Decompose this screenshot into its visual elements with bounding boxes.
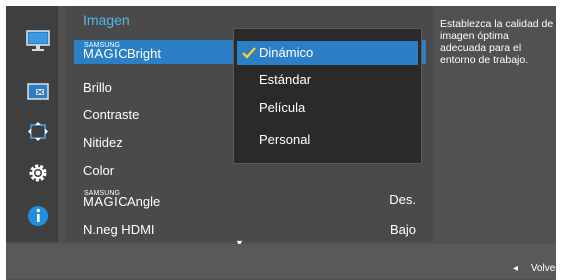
magic-bright-label: SAMSUNG MAGIC Bright xyxy=(83,40,161,64)
menu-item-label: Nitidez xyxy=(83,135,123,150)
submenu-option-label: Dinámico xyxy=(259,45,314,60)
magic-word: MAGIC xyxy=(83,46,129,61)
magic-angle-value: Des. xyxy=(389,192,416,207)
menu-item-label: N.neg HDMI xyxy=(83,222,155,237)
menu-item-magic-angle[interactable]: SAMSUNG MAGIC Angle Des. xyxy=(74,188,426,212)
submenu-option-estandar[interactable]: Estándar xyxy=(237,68,418,92)
back-arrow-icon: ◂ xyxy=(513,263,519,274)
gear-icon[interactable] xyxy=(26,162,50,184)
footer-bar xyxy=(6,244,556,279)
page-title: Imagen xyxy=(83,12,130,28)
menu-item-label: Brillo xyxy=(83,80,112,95)
move-icon[interactable] xyxy=(26,121,50,143)
monitor-icon[interactable] xyxy=(26,30,50,52)
magic-bright-submenu: Dinámico Estándar Película Personal xyxy=(233,28,422,164)
magic-bright-suffix: Bright xyxy=(127,46,161,61)
hdmi-black-level-value: Bajo xyxy=(389,222,416,237)
back-button[interactable]: ◂ Volver xyxy=(513,262,559,276)
picture-icon[interactable] xyxy=(26,81,50,103)
sidebar xyxy=(6,6,58,242)
magic-angle-label: SAMSUNG MAGIC Angle xyxy=(83,188,160,212)
menu-item-label: Contraste xyxy=(83,107,140,122)
submenu-option-personal[interactable]: Personal xyxy=(237,128,418,152)
submenu-option-label: Estándar xyxy=(259,72,312,87)
submenu-option-label: Película xyxy=(259,100,306,115)
submenu-option-pelicula[interactable]: Película xyxy=(237,96,418,120)
magic-angle-suffix: Angle xyxy=(127,194,161,209)
menu-item-label: Color xyxy=(83,163,115,178)
submenu-option-dinamico[interactable]: Dinámico xyxy=(237,41,418,65)
info-icon[interactable] xyxy=(26,205,50,227)
help-description: Establezca la calidad de imagen óptima a… xyxy=(440,18,554,66)
magic-word: MAGIC xyxy=(83,194,129,209)
submenu-option-label: Personal xyxy=(259,132,311,147)
menu-item-hdmi-black-level[interactable]: N.neg HDMI Bajo xyxy=(74,218,426,242)
back-label: Volver xyxy=(530,263,559,274)
checkmark-icon xyxy=(242,44,256,59)
